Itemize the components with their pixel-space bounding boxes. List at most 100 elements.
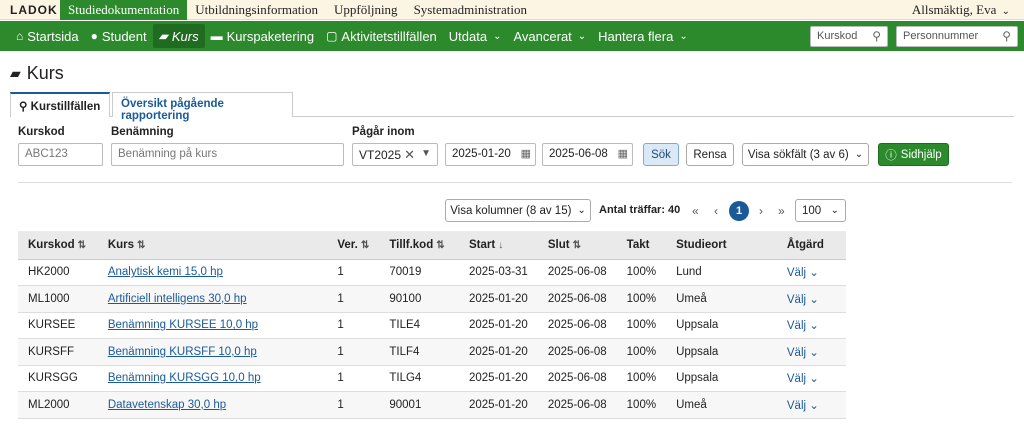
cell-kurs[interactable]: Datavetenskap 30,0 hp	[108, 399, 226, 411]
cell-slut: 2025-06-08	[547, 372, 607, 385]
chevron-down-icon: ⌄	[806, 320, 819, 333]
cell-ver: 1	[337, 398, 344, 411]
valj-menu-button[interactable]: Välj ⌄	[787, 294, 819, 306]
cell-ver: 1	[337, 345, 344, 358]
cell-kurskod: ML1000	[28, 292, 70, 305]
kurskod-field[interactable]: ABC123	[18, 143, 103, 166]
nav-student[interactable]: ● Student	[85, 24, 153, 48]
valj-label: Välj	[786, 293, 807, 306]
cell-kurs[interactable]: Analytisk kemi 15,0 hp	[108, 266, 223, 278]
header-studieort: Studieort	[666, 231, 777, 260]
header-slut[interactable]: Slut ⇅	[537, 231, 617, 260]
nav-utdata[interactable]: Utdata ⌄	[443, 24, 508, 48]
nav-startsida[interactable]: ⌂ Startsida	[10, 24, 85, 48]
benamning-field[interactable]: Benämning på kurs	[111, 143, 344, 166]
table-row: ML1000 Artificiell intelligens 30,0 hp 1 90…	[18, 285, 846, 313]
tab-uppfoljning[interactable]: Uppföljning	[326, 0, 406, 20]
nav-avancerat[interactable]: Avancerat ⌄	[507, 24, 592, 48]
chevron-down-icon: ⌄	[854, 149, 864, 160]
sort-icon: ⇅	[77, 239, 87, 251]
nav-hantera-flera[interactable]: Hantera flera ⌄	[592, 24, 694, 48]
tab-studiedokumentation[interactable]: Studiedokumentation	[60, 0, 188, 20]
sort-desc-icon: ↓	[498, 239, 504, 251]
sort-icon: ⇅	[137, 239, 146, 251]
table-row: KURSEE Benämning KURSEE 10,0 hp 1 TILE4 2025…	[18, 312, 846, 339]
calendar-icon: ▢	[326, 29, 338, 43]
valj-label: Välj	[786, 373, 807, 386]
cell-start: 2025-01-20	[469, 398, 528, 411]
cell-kurs[interactable]: Benämning KURSFF 10,0 hp	[108, 346, 257, 358]
table-row: KURSGG Benämning KURSGG 10,0 hp 1 TILG4 2025…	[18, 365, 846, 392]
cell-start: 2025-01-20	[469, 345, 528, 358]
valj-menu-button[interactable]: Välj ⌄	[787, 267, 819, 279]
show-fields-button[interactable]: Visa sökfält (3 av 6) ⌄	[742, 143, 869, 166]
clear-button[interactable]: Rensa	[686, 143, 734, 166]
table-row: ML2000 Datavetenskap 30,0 hp 1 90001 2025-01…	[18, 391, 846, 419]
cell-takt: 100%	[626, 345, 657, 358]
next-page-icon[interactable]: ›	[759, 204, 763, 218]
header-kurs[interactable]: Kurs ⇅	[97, 231, 328, 260]
valj-menu-button[interactable]: Välj ⌄	[787, 320, 819, 332]
search-icon: ⚲	[19, 101, 28, 113]
header-kurskod[interactable]: Kurskod ⇅	[18, 231, 98, 260]
top-tabs: Studiedokumentation Utbildningsinformati…	[60, 0, 535, 20]
valj-label: Välj	[786, 346, 807, 359]
cell-studieort: Uppsala	[676, 345, 719, 358]
tab-kurstillfallen[interactable]: ⚲ Kurstillfällen	[10, 92, 110, 117]
cell-slut: 2025-06-08	[547, 319, 607, 332]
cell-kurs[interactable]: Benämning KURSEE 10,0 hp	[108, 319, 258, 331]
period-select[interactable]: VT2025 ✕ ▼	[352, 143, 438, 166]
cell-kurs[interactable]: Benämning KURSGG 10,0 hp	[108, 372, 261, 384]
section-divider	[18, 182, 1012, 183]
prev-page-icon[interactable]: ‹	[714, 204, 718, 218]
valj-label: Välj	[786, 399, 807, 412]
valj-menu-button[interactable]: Välj ⌄	[787, 373, 819, 385]
table-header-row: Kurskod ⇅ Kurs ⇅ Ver. ⇅ Tillf.kod ⇅ Start ↓ S…	[18, 231, 846, 260]
date-from-field[interactable]: 2025-01-20 ▦	[445, 143, 536, 166]
cell-kurskod: KURSEE	[28, 319, 76, 332]
last-page-icon[interactable]: »	[778, 204, 785, 218]
main-nav: ⌂ Startsida ● Student ▰ Kurs ▬ Kurspaketerin…	[0, 21, 1024, 51]
current-page[interactable]: 1	[729, 201, 749, 221]
help-button[interactable]: ⓘ Sidhjälp	[878, 143, 949, 166]
page-size-select[interactable]: 100 ⌄	[795, 199, 846, 222]
valj-menu-button[interactable]: Välj ⌄	[787, 347, 819, 359]
user-menu[interactable]: Allsmäktig, Eva ⌄	[912, 2, 1010, 18]
chevron-down-icon: ⌄	[806, 373, 819, 386]
calendar-icon[interactable]: ▦	[521, 147, 531, 160]
valj-menu-button[interactable]: Välj ⌄	[787, 400, 819, 412]
ladok-logo: LADOK	[10, 3, 58, 17]
hits-count: Antal träffar: 40	[599, 204, 681, 216]
cell-kurs[interactable]: Artificiell intelligens 30,0 hp	[108, 293, 247, 305]
kurskod-search-input[interactable]: Kurskod ⚲	[810, 26, 888, 47]
search-button[interactable]: Sök	[643, 143, 679, 166]
show-columns-button[interactable]: Visa kolumner (8 av 15) ⌄	[445, 199, 591, 222]
top-bar: LADOK Studiedokumentation Utbildningsinf…	[0, 0, 1024, 20]
clear-icon[interactable]: ✕	[404, 147, 415, 163]
first-page-icon[interactable]: «	[692, 204, 699, 218]
calendar-icon[interactable]: ▦	[618, 147, 628, 160]
chevron-down-icon: ▼	[421, 148, 431, 159]
header-tillfkod[interactable]: Tillf.kod ⇅	[379, 231, 459, 260]
header-ver[interactable]: Ver. ⇅	[327, 231, 380, 260]
nav-kurspaketering[interactable]: ▬ Kurspaketering	[205, 24, 320, 48]
cell-studieort: Lund	[676, 266, 702, 279]
chevron-down-icon: ⌄	[577, 30, 587, 42]
nav-aktivitetstillfallen[interactable]: ▢ Aktivitetstillfällen	[320, 24, 443, 48]
nav-kurs[interactable]: ▰ Kurs	[152, 24, 205, 48]
user-name: Allsmäktig, Eva	[911, 2, 997, 17]
kurskod-label: Kurskod	[18, 126, 65, 138]
book-icon: ▰	[158, 29, 168, 43]
tab-systemadministration[interactable]: Systemadministration	[406, 0, 535, 20]
cell-studieort: Umeå	[676, 292, 707, 305]
tab-utbildningsinformation[interactable]: Utbildningsinformation	[187, 0, 326, 20]
date-to-field[interactable]: 2025-06-08 ▦	[542, 143, 633, 166]
cell-ver: 1	[337, 266, 344, 279]
tab-oversikt-rapportering[interactable]: Översikt pågående rapportering	[112, 92, 293, 122]
folder-icon: ▬	[210, 29, 223, 43]
page-title: ▰ Kurs	[10, 63, 64, 83]
header-start[interactable]: Start ↓	[459, 231, 538, 260]
valj-label: Välj	[786, 267, 807, 280]
cell-takt: 100%	[626, 292, 657, 305]
personnummer-search-input[interactable]: Personnummer ⚲	[896, 26, 1018, 47]
